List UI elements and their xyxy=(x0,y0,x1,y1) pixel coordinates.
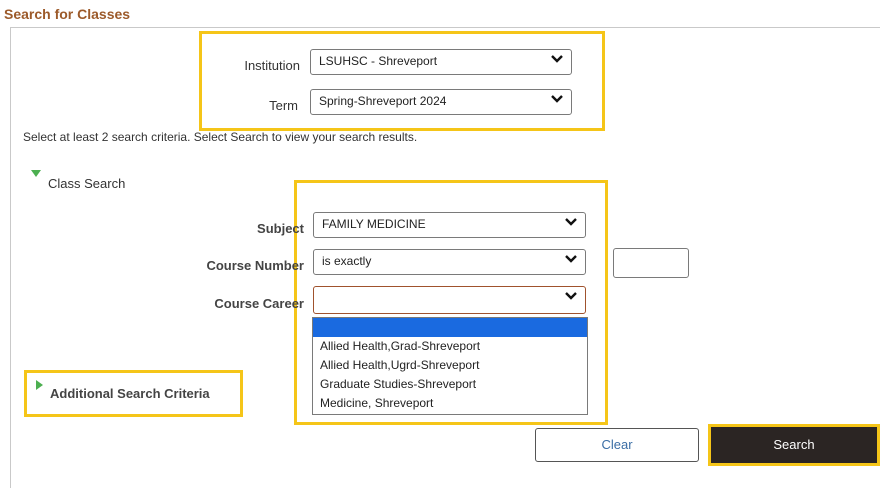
page-title: Search for Classes xyxy=(4,6,131,22)
class-search-title: Class Search xyxy=(48,176,126,191)
chevron-down-icon xyxy=(551,55,563,63)
course-number-operator-select[interactable]: is exactly xyxy=(313,249,586,275)
course-number-operator-value: is exactly xyxy=(322,254,372,268)
dropdown-option[interactable] xyxy=(313,318,587,337)
term-value: Spring-Shreveport 2024 xyxy=(319,94,447,108)
dropdown-option[interactable]: Medicine, Shreveport xyxy=(313,394,587,413)
chevron-down-icon xyxy=(565,255,577,263)
search-button[interactable]: Search xyxy=(708,424,880,466)
expand-triangle-icon xyxy=(36,380,43,390)
institution-label: Institution xyxy=(244,58,300,73)
subject-value: FAMILY MEDICINE xyxy=(322,217,426,231)
course-number-input[interactable] xyxy=(613,248,689,278)
institution-term-highlight xyxy=(199,31,605,131)
subject-select[interactable]: FAMILY MEDICINE xyxy=(313,212,586,238)
dropdown-option[interactable]: Allied Health,Grad-Shreveport xyxy=(313,337,587,356)
term-label: Term xyxy=(269,98,298,113)
chevron-down-icon xyxy=(565,292,577,300)
course-number-label: Course Number xyxy=(206,258,304,273)
dropdown-option[interactable]: Graduate Studies-Shreveport xyxy=(313,375,587,394)
institution-value: LSUHSC - Shreveport xyxy=(319,54,438,68)
clear-button[interactable]: Clear xyxy=(535,428,699,462)
expand-triangle-icon xyxy=(31,170,41,177)
info-text: Select at least 2 search criteria. Selec… xyxy=(23,130,418,144)
term-select[interactable]: Spring-Shreveport 2024 xyxy=(310,89,572,115)
course-career-label: Course Career xyxy=(214,296,304,311)
course-career-select[interactable] xyxy=(313,286,586,314)
chevron-down-icon xyxy=(565,218,577,226)
chevron-down-icon xyxy=(551,95,563,103)
course-career-dropdown: Allied Health,Grad-Shreveport Allied Hea… xyxy=(312,317,588,415)
subject-label: Subject xyxy=(257,221,304,236)
dropdown-option[interactable]: Allied Health,Ugrd-Shreveport xyxy=(313,356,587,375)
additional-criteria-label: Additional Search Criteria xyxy=(50,386,210,401)
institution-select[interactable]: LSUHSC - Shreveport xyxy=(310,49,572,75)
